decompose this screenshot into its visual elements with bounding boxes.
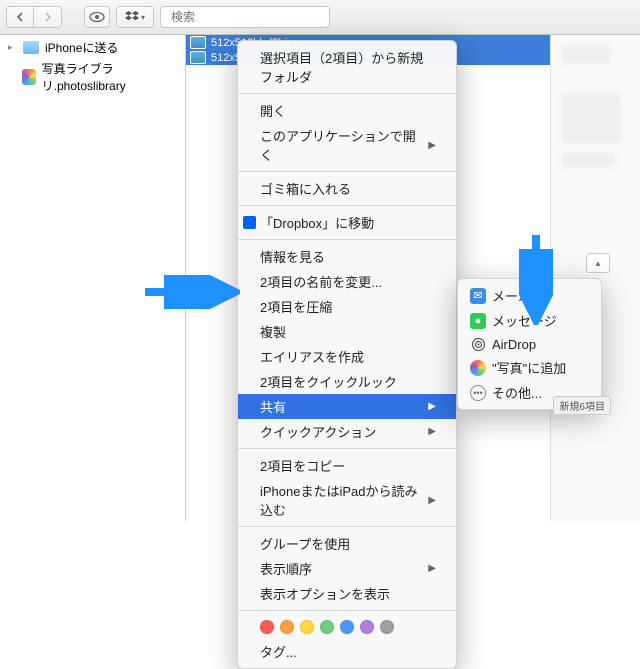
quicklook-button[interactable] (84, 6, 110, 28)
menu-dropbox[interactable]: 「Dropbox」に移動 (238, 210, 456, 235)
folder-icon (23, 41, 39, 54)
menu-group[interactable]: グループを使用 (238, 531, 456, 556)
menu-quickaction[interactable]: クイックアクション▶ (238, 419, 456, 444)
forward-button[interactable] (34, 6, 62, 28)
search-box[interactable] (160, 6, 330, 28)
tag-purple[interactable] (360, 620, 374, 634)
image-thumb-icon (190, 36, 206, 49)
search-input[interactable] (171, 10, 326, 24)
chevron-right-icon: ▶ (428, 401, 436, 412)
tag-orange[interactable] (280, 620, 294, 634)
mail-icon: ✉ (470, 288, 486, 304)
context-menu: 選択項目（2項目）から新規フォルダ 開く このアプリケーションで開く▶ ゴミ箱に… (237, 40, 457, 669)
share-photos[interactable]: "写真"に追加 (458, 355, 601, 380)
menu-copy[interactable]: 2項目をコピー (238, 453, 456, 478)
menu-alias[interactable]: エイリアスを作成 (238, 344, 456, 369)
tag-green[interactable] (320, 620, 334, 634)
menu-import[interactable]: iPhoneまたはiPadから読み込む▶ (238, 478, 456, 522)
menu-share[interactable]: 共有▶ (238, 394, 456, 419)
chevron-right-icon: ▸ (8, 42, 17, 53)
dropbox-button[interactable]: ▾ (116, 6, 154, 28)
menu-open[interactable]: 開く (238, 98, 456, 123)
collapse-button[interactable]: ▴ (586, 253, 610, 273)
photos-icon (22, 69, 36, 85)
more-icon: ••• (470, 385, 486, 401)
menu-open-with[interactable]: このアプリケーションで開く▶ (238, 123, 456, 167)
annotation-arrow-left (140, 275, 240, 309)
nav-buttons (6, 6, 62, 28)
tag-blue[interactable] (340, 620, 354, 634)
annotation-arrow-down (519, 230, 553, 325)
chevron-right-icon: ▶ (428, 140, 436, 151)
menu-tags[interactable]: タグ... (238, 639, 456, 664)
sidebar-item-photoslib[interactable]: 写真ライブラリ.photoslibrary (0, 58, 185, 96)
airdrop-icon (470, 336, 486, 352)
chevron-right-icon: ▶ (428, 563, 436, 574)
tag-red[interactable] (260, 620, 274, 634)
tag-colors (238, 615, 456, 639)
menu-rename[interactable]: 2項目の名前を変更... (238, 269, 456, 294)
menu-compress[interactable]: 2項目を圧縮 (238, 294, 456, 319)
new-items-badge: 新規6項目 (553, 396, 611, 415)
photos-add-icon (470, 360, 486, 376)
sidebar-item-iphone[interactable]: ▸ iPhoneに送る (0, 37, 185, 58)
menu-duplicate[interactable]: 複製 (238, 319, 456, 344)
tag-gray[interactable] (380, 620, 394, 634)
menu-quicklook[interactable]: 2項目をクイックルック (238, 369, 456, 394)
chevron-right-icon: ▶ (428, 495, 436, 506)
message-icon: ● (470, 313, 486, 329)
chevron-right-icon: ▶ (428, 426, 436, 437)
image-thumb-icon (190, 51, 206, 64)
dropbox-icon (242, 216, 256, 230)
back-button[interactable] (6, 6, 34, 28)
sidebar-item-label: 写真ライブラリ.photoslibrary (42, 60, 177, 94)
menu-trash[interactable]: ゴミ箱に入れる (238, 176, 456, 201)
menu-viewopts[interactable]: 表示オプションを表示 (238, 581, 456, 606)
sidebar-item-label: iPhoneに送る (45, 39, 118, 56)
tag-yellow[interactable] (300, 620, 314, 634)
toolbar: ▾ (0, 0, 640, 35)
menu-sort[interactable]: 表示順序▶ (238, 556, 456, 581)
menu-new-folder[interactable]: 選択項目（2項目）から新規フォルダ (238, 45, 456, 89)
share-airdrop[interactable]: AirDrop (458, 333, 601, 355)
menu-getinfo[interactable]: 情報を見る (238, 244, 456, 269)
